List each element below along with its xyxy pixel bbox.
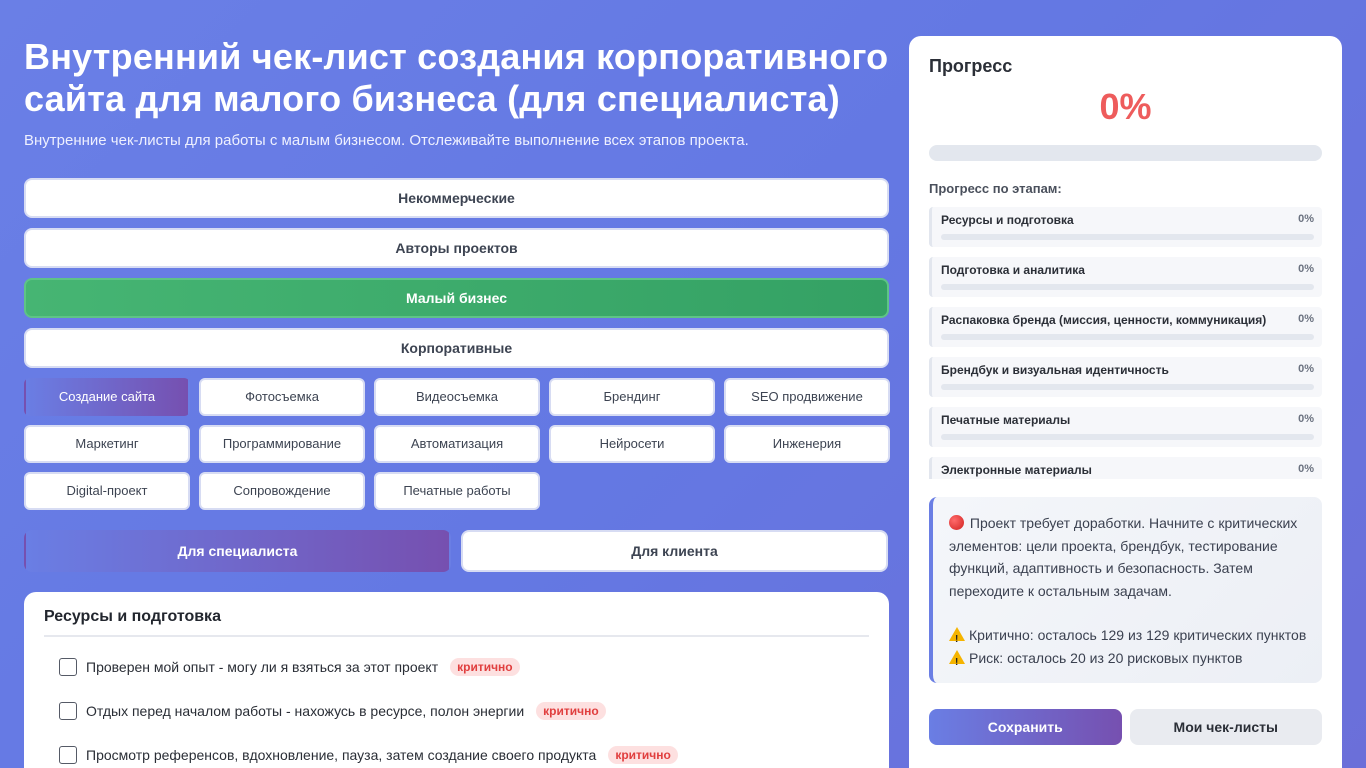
stage-percent: 0% [1298,213,1314,225]
progress-bar [929,145,1322,161]
mode-toggle: Для специалиста Для клиента [24,530,889,572]
service-digital-button[interactable]: Digital-проект [24,472,190,510]
service-support-button[interactable]: Сопровождение [199,472,365,510]
stage-item: Электронные материалы 0% [929,457,1322,479]
service-marketing-button[interactable]: Маркетинг [24,425,190,463]
task-text: Отдых перед началом работы - нахожусь в … [86,703,525,719]
task-item: Просмотр референсов, вдохновление, пауза… [59,733,869,768]
service-print-button[interactable]: Печатные работы [374,472,540,510]
stage-name: Подготовка и аналитика [941,263,1085,277]
mode-client-button[interactable]: Для клиента [461,530,888,572]
task-item: Проверен мой опыт - могу ли я взяться за… [59,645,869,689]
service-video-button[interactable]: Видеосъемка [374,378,540,416]
stage-percent: 0% [1298,263,1314,275]
stage-item: Подготовка и аналитика 0% [929,257,1322,297]
stage-name: Печатные материалы [941,413,1071,427]
save-button[interactable]: Сохранить [929,709,1122,745]
service-engineering-button[interactable]: Инженерия [724,425,890,463]
stage-name: Брендбук и визуальная идентичность [941,363,1169,377]
progress-panel: Прогресс 0% Прогресс по этапам: Ресурсы … [909,36,1342,768]
service-branding-button[interactable]: Брендинг [549,378,715,416]
stages-title: Прогресс по этапам: [929,181,1062,196]
warning-icon [949,627,965,652]
critical-remaining: Критично: осталось 129 из 129 критически… [969,627,1307,643]
stage-percent: 0% [1298,413,1314,425]
service-neural-button[interactable]: Нейросети [549,425,715,463]
stage-item: Печатные материалы 0% [929,407,1322,447]
advice-box: Проект требует доработки. Начните с крит… [929,497,1322,683]
stage-percent: 0% [1298,313,1314,325]
service-grid: Создание сайта Фотосъемка Видеосъемка Бр… [24,378,890,510]
service-programming-button[interactable]: Программирование [199,425,365,463]
warning-icon [949,649,965,674]
category-project-authors-button[interactable]: Авторы проектов [24,228,889,268]
stage-bar [941,234,1314,240]
stage-percent: 0% [1298,363,1314,375]
risk-remaining: Риск: осталось 20 из 20 рисковых пунктов [969,649,1243,666]
category-list: Некоммерческие Авторы проектов Малый биз… [24,178,889,368]
task-checkbox[interactable] [59,746,77,764]
task-item: Отдых перед началом работы - нахожусь в … [59,689,869,733]
critical-badge: критично [536,702,606,720]
stage-name: Ресурсы и подготовка [941,213,1074,227]
category-nonprofit-button[interactable]: Некоммерческие [24,178,889,218]
progress-percent: 0% [1099,86,1152,127]
service-automation-button[interactable]: Автоматизация [374,425,540,463]
category-small-business-button[interactable]: Малый бизнес [24,278,889,318]
critical-badge: критично [608,746,678,764]
stage-list[interactable]: Ресурсы и подготовка 0% Подготовка и ана… [929,207,1322,479]
stage-item: Брендбук и визуальная идентичность 0% [929,357,1322,397]
stage-item: Распаковка бренда (миссия, ценности, ком… [929,307,1322,347]
task-text: Проверен мой опыт - могу ли я взяться за… [86,659,439,675]
stage-bar [941,334,1314,340]
stage-name: Электронные материалы [941,463,1092,477]
my-checklists-button[interactable]: Мои чек-листы [1129,709,1322,745]
service-seo-button[interactable]: SEO продвижение [724,378,890,416]
stage-percent: 0% [1298,463,1314,475]
service-website-button[interactable]: Создание сайта [24,378,190,416]
stage-item: Ресурсы и подготовка 0% [929,207,1322,247]
advice-main: Проект требует доработки. Начните с крит… [949,515,1298,599]
task-checkbox[interactable] [59,658,77,676]
progress-title: Прогресс [929,56,1013,76]
category-corporate-button[interactable]: Корпоративные [24,328,889,368]
checklist-section: Ресурсы и подготовка Проверен мой опыт -… [24,592,889,768]
stage-name: Распаковка бренда (миссия, ценности, ком… [941,313,1267,327]
task-text: Просмотр референсов, вдохновление, пауза… [86,747,597,763]
red-circle-icon [949,515,964,530]
advice-stats: Критично: осталось 129 из 129 критически… [949,624,1308,674]
service-photo-button[interactable]: Фотосъемка [199,378,365,416]
main-column: Внутренний чек-лист создания корпоративн… [24,36,890,768]
page-title: Внутренний чек-лист создания корпоративн… [24,36,889,119]
stage-bar [941,284,1314,290]
page-subtitle: Внутренние чек-листы для работы с малым … [24,132,749,149]
mode-specialist-button[interactable]: Для специалиста [24,530,451,572]
stage-bar [941,384,1314,390]
stage-bar [941,434,1314,440]
action-buttons: Сохранить Мои чек-листы [929,709,1322,745]
task-checkbox[interactable] [59,702,77,720]
critical-badge: критично [450,658,520,676]
section-title: Ресурсы и подготовка [44,608,869,637]
